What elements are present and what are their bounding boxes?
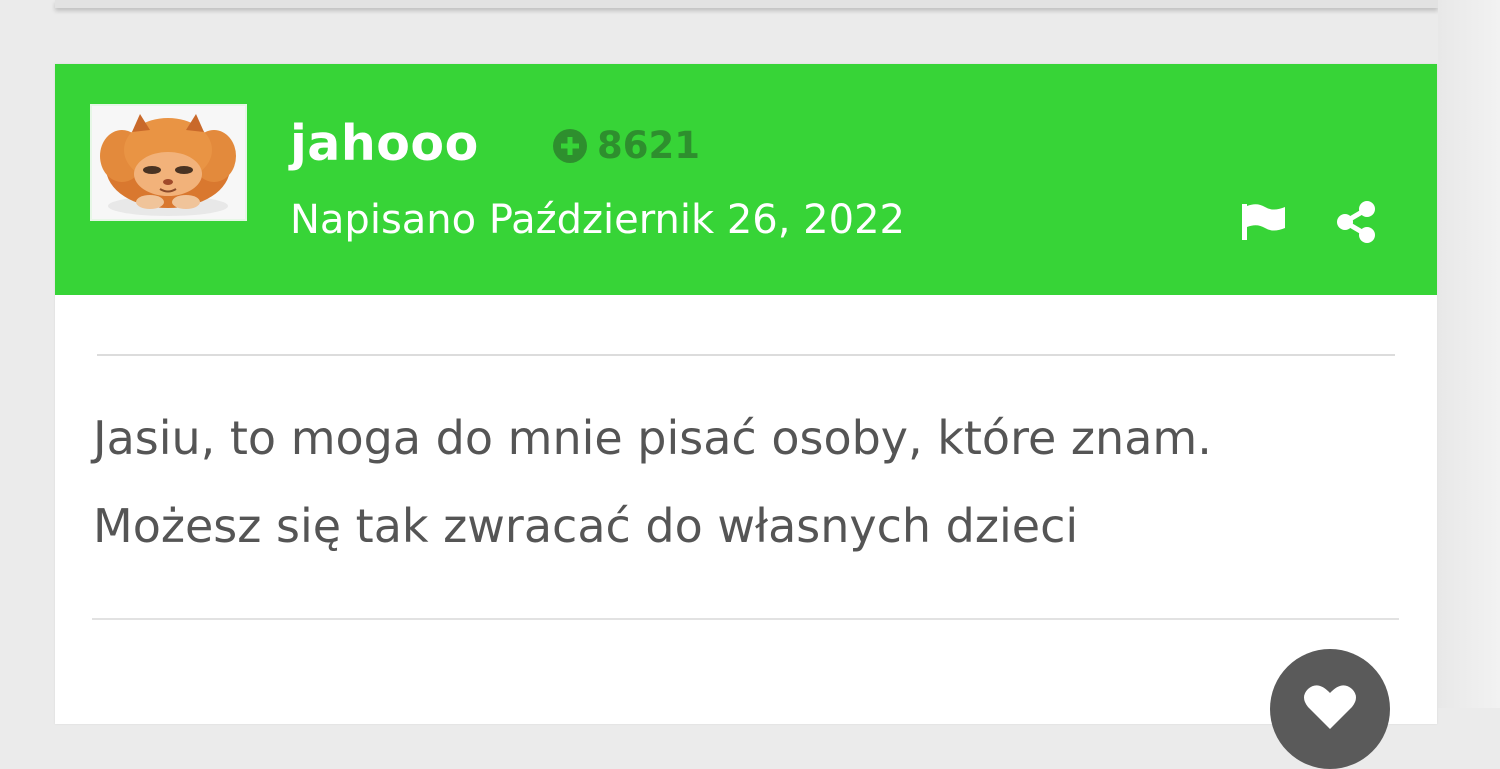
author-username[interactable]: jahooo <box>290 114 479 174</box>
heart-icon <box>1304 685 1356 729</box>
content-divider-top <box>97 354 1395 356</box>
post-content-line: Możesz się tak zwracać do własnych dziec… <box>93 499 1079 553</box>
share-button[interactable] <box>1335 200 1377 244</box>
content-divider-bottom <box>92 618 1399 620</box>
avatar[interactable] <box>90 104 247 221</box>
page-scroll-gutter <box>1438 0 1500 708</box>
reputation-badge: 8621 <box>553 124 700 168</box>
post-card: jahooo 8621 Napisano Październik 26, 202… <box>55 64 1437 769</box>
persian-cat-avatar-image <box>92 106 245 219</box>
post-header: jahooo 8621 Napisano Październik 26, 202… <box>55 64 1437 295</box>
previous-post-edge <box>55 0 1438 8</box>
report-button[interactable] <box>1240 202 1288 242</box>
reputation-count: 8621 <box>597 124 700 167</box>
like-button[interactable] <box>1270 649 1390 769</box>
plus-circle-icon <box>553 129 587 163</box>
post-date: Napisano Październik 26, 2022 <box>290 197 905 243</box>
post-content-line: Jasiu, to moga do mnie pisać osoby, któr… <box>93 411 1212 465</box>
share-icon <box>1337 201 1375 243</box>
flag-icon <box>1242 204 1285 240</box>
post-content: Jasiu, to moga do mnie pisać osoby, któr… <box>93 394 1393 570</box>
